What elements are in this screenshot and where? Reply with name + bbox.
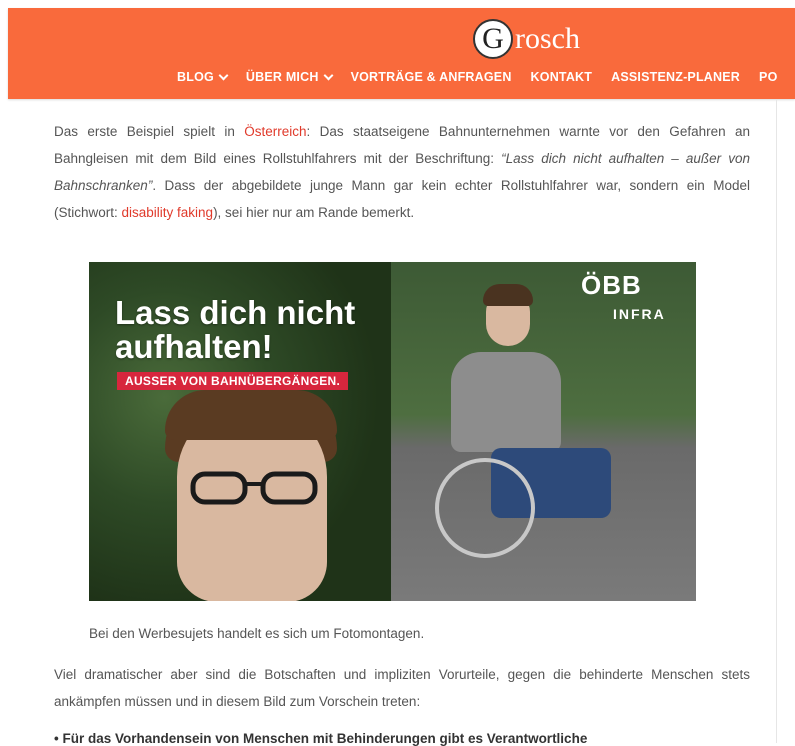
ad-headline: Lass dich nicht aufhalten! <box>115 294 356 365</box>
chevron-down-icon <box>218 70 229 80</box>
ad-photo-wheelchair: ÖBB INFRA <box>391 262 696 601</box>
oebb-logo: ÖBB <box>581 270 642 300</box>
oebb-infra-label: INFRA <box>613 306 666 322</box>
link-disability-faking[interactable]: disability faking <box>122 205 214 220</box>
logo-wordmark: rosch <box>515 22 580 55</box>
nav-item-assistenz-planer[interactable]: ASSISTENZ-PLANER <box>611 70 740 84</box>
nav-item-blog[interactable]: BLOG <box>177 70 229 84</box>
sidebar-divider <box>776 99 777 743</box>
nav-item-ueber-mich[interactable]: ÜBER MICH <box>246 70 334 84</box>
image-caption: Bei den Werbesujets handelt es sich um F… <box>89 626 425 641</box>
site-header: G rosch BLOG ÜBER MICH VORTRÄGE & ANFRAG… <box>8 8 795 99</box>
article-image: Lass dich nicht aufhalten! AUSSER VON BA… <box>89 262 696 601</box>
site-logo[interactable]: G rosch <box>473 19 580 59</box>
paragraph-second: Viel dramatischer aber sind die Botschaf… <box>54 667 750 709</box>
ad-photo-portrait: Lass dich nicht aufhalten! AUSSER VON BA… <box>89 262 391 601</box>
list-item: • Für das Vorhandensein von Menschen mit… <box>54 731 588 746</box>
nav-item-vortraege[interactable]: VORTRÄGE & ANFRAGEN <box>351 70 512 84</box>
logo-emblem: G <box>473 19 513 59</box>
wheelchair-wheel-graphic <box>435 458 535 558</box>
article-body: Das erste Beispiel spielt in Österreich:… <box>54 118 750 226</box>
chevron-down-icon <box>323 70 334 80</box>
nav-item-kontakt[interactable]: KONTAKT <box>531 70 593 84</box>
paragraph-intro: Das erste Beispiel spielt in Österreich:… <box>54 124 750 220</box>
nav-item-more[interactable]: PO <box>759 70 777 84</box>
glasses-graphic <box>190 471 318 505</box>
main-nav: BLOG ÜBER MICH VORTRÄGE & ANFRAGEN KONTA… <box>177 70 795 84</box>
ad-subline: AUSSER VON BAHNÜBERGÄNGEN. <box>117 372 349 390</box>
link-oesterreich[interactable]: Österreich <box>244 124 306 139</box>
